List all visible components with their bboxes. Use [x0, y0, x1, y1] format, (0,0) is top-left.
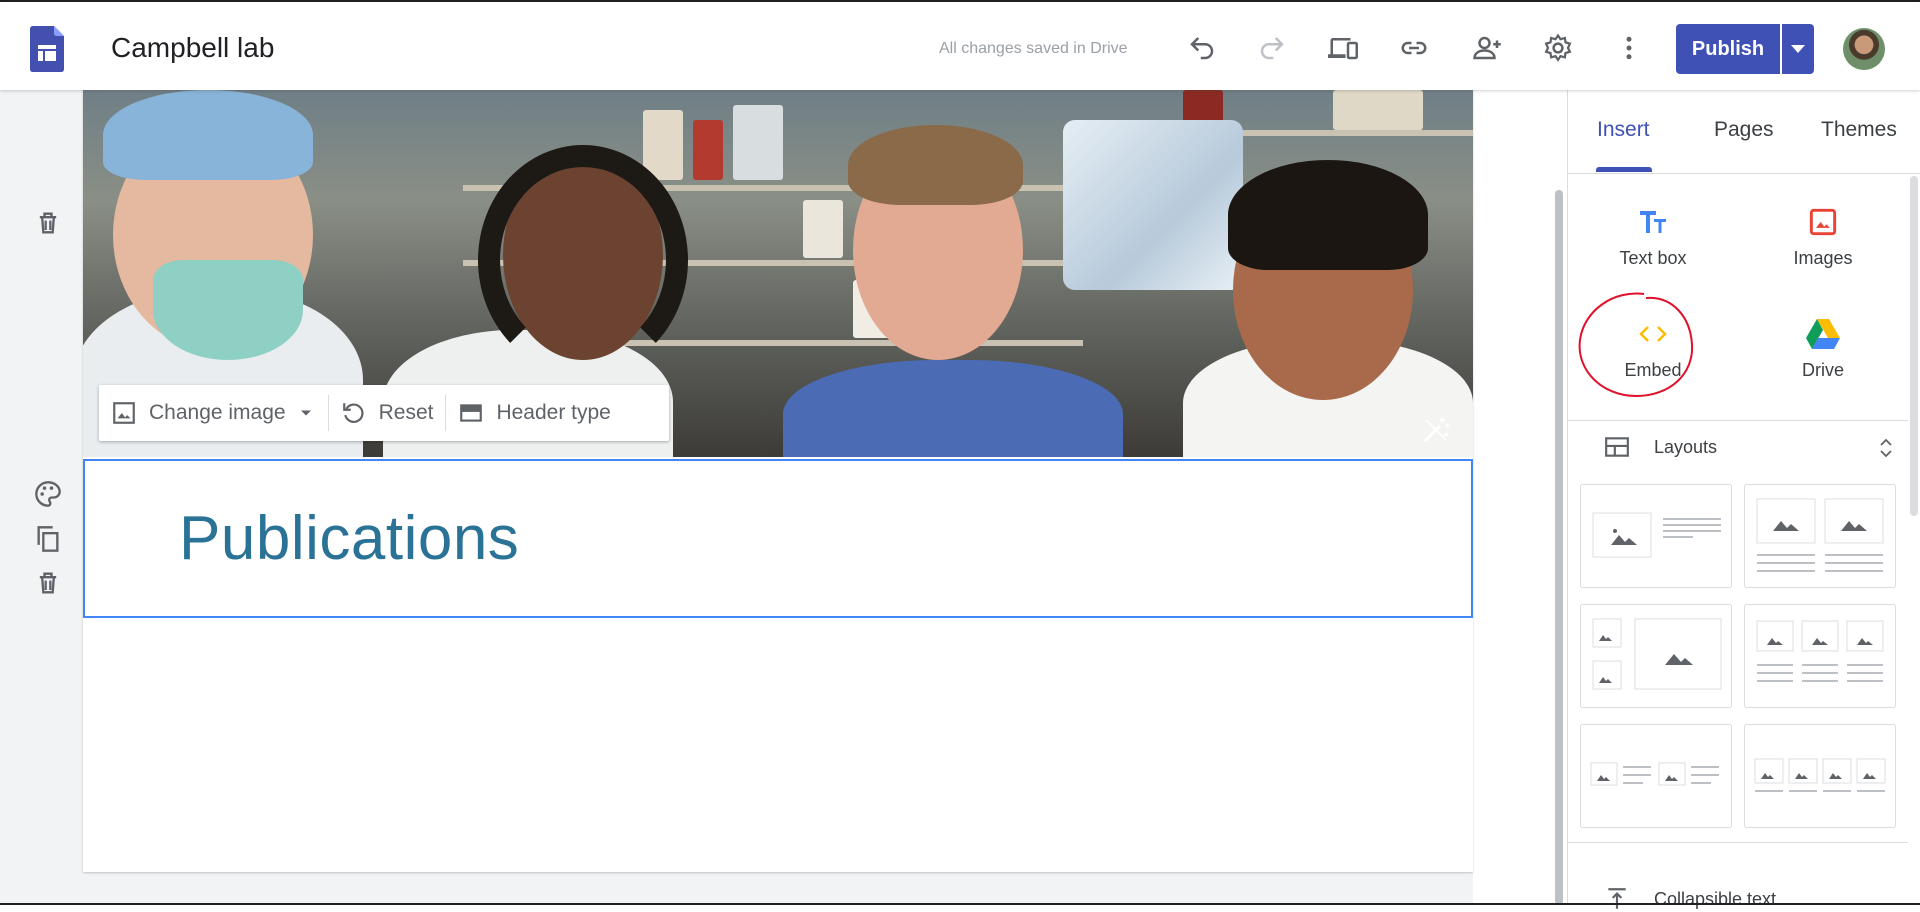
copy-link-button[interactable]	[1394, 28, 1434, 68]
arrow-drop-down-icon	[300, 410, 311, 416]
panel-tabs: Insert Pages Themes	[1568, 90, 1920, 174]
person-hair	[478, 145, 688, 375]
panel-divider	[1568, 420, 1908, 421]
redo-icon	[1260, 37, 1284, 60]
tab-insert[interactable]: Insert	[1597, 118, 1650, 142]
publish-control: Publish	[1676, 24, 1814, 74]
layouts-icon	[1605, 437, 1629, 457]
layouts-label: Layouts	[1654, 436, 1718, 457]
lab-bottle	[1333, 90, 1423, 130]
page-title[interactable]: Publications	[179, 503, 519, 574]
layout-thumbnail	[1754, 758, 1886, 792]
trash-icon	[39, 572, 57, 594]
app-bar: Campbell lab All changes saved in Drive …	[0, 2, 1920, 90]
image-icon	[1809, 208, 1837, 236]
collapsible-text-icon	[1608, 888, 1626, 909]
active-tab-indicator	[1596, 167, 1652, 172]
section-background-button[interactable]	[33, 479, 63, 509]
google-sites-logo-icon[interactable]	[30, 26, 64, 72]
save-status: All changes saved in Drive	[939, 40, 1128, 57]
trash-icon	[39, 212, 57, 234]
page-scrollbar[interactable]	[1555, 190, 1563, 905]
auto-adjust-wand-icon[interactable]	[1421, 415, 1451, 445]
tab-pages[interactable]: Pages	[1714, 118, 1774, 142]
layout-option[interactable]	[1744, 484, 1896, 588]
layout-option[interactable]	[1580, 724, 1732, 828]
surgical-mask	[153, 260, 303, 360]
insert-panel: Insert Pages Themes Text box Images Embe…	[1567, 90, 1920, 909]
preview-button[interactable]	[1323, 28, 1363, 68]
layout-option[interactable]	[1744, 724, 1896, 828]
arrow-drop-down-icon	[1791, 45, 1805, 53]
hand-drawn-annotation-circle	[1578, 292, 1694, 398]
image-icon	[113, 402, 135, 424]
lab-bottle	[733, 105, 783, 180]
header-type-label: Header type	[496, 401, 611, 424]
share-button[interactable]	[1467, 28, 1507, 68]
layout-thumbnail	[1756, 498, 1884, 572]
settings-button[interactable]	[1538, 28, 1578, 68]
undo-icon	[1190, 37, 1214, 60]
insert-drive[interactable]: Drive	[1758, 314, 1888, 404]
publish-button[interactable]: Publish	[1676, 24, 1780, 74]
preview-devices-icon	[1328, 38, 1358, 60]
drive-label: Drive	[1801, 360, 1844, 380]
more-vert-icon	[1626, 36, 1632, 60]
person-shirt	[783, 360, 1123, 457]
site-page: Change image Reset Header type Publicati…	[83, 90, 1473, 872]
undo-button[interactable]	[1182, 28, 1222, 68]
site-title[interactable]: Campbell lab	[111, 32, 274, 64]
layouts-header[interactable]: Layouts	[1604, 434, 1717, 460]
text-box-icon	[1640, 211, 1666, 233]
insert-text-box[interactable]: Text box	[1588, 202, 1718, 292]
panel-scrollbar[interactable]	[1910, 176, 1918, 516]
change-image-button[interactable]: Change image	[99, 385, 328, 441]
header-type-icon	[460, 404, 483, 422]
header-type-button[interactable]: Header type	[446, 385, 622, 441]
layout-thumbnail	[1756, 620, 1884, 682]
redo-button[interactable]	[1252, 28, 1292, 68]
google-drive-icon	[1806, 319, 1840, 349]
layout-option[interactable]	[1580, 604, 1732, 708]
duplicate-section-button[interactable]	[33, 524, 63, 554]
reset-icon	[342, 403, 364, 423]
title-section[interactable]: Publications	[83, 459, 1473, 618]
lab-bottle	[803, 200, 843, 258]
copy-icon	[37, 526, 59, 552]
images-label: Images	[1793, 248, 1853, 268]
layout-thumbnail	[1592, 512, 1721, 558]
header-image[interactable]: Change image Reset Header type	[83, 90, 1473, 457]
header-image-toolbar: Change image Reset Header type	[99, 385, 669, 441]
settings-icon	[1544, 33, 1572, 62]
reset-label: Reset	[378, 401, 434, 424]
more-options-button[interactable]	[1609, 28, 1649, 68]
palette-icon	[35, 481, 61, 507]
person-hair	[1228, 160, 1428, 270]
change-image-label: Change image	[149, 401, 286, 424]
reset-image-button[interactable]: Reset	[329, 385, 446, 441]
collapsible-text-label: Collapsible text	[1654, 888, 1777, 909]
insert-collapsible-text[interactable]: Collapsible text	[1604, 886, 1776, 912]
person-hair	[848, 125, 1023, 205]
section-tools-gutter	[0, 90, 83, 905]
surgical-cap	[103, 90, 313, 180]
lab-bottle	[693, 120, 723, 180]
insert-images[interactable]: Images	[1758, 202, 1888, 292]
share-icon	[1473, 36, 1501, 60]
layout-thumbnail	[1590, 762, 1719, 786]
publish-options-button[interactable]	[1782, 24, 1814, 74]
panel-divider	[1568, 842, 1908, 843]
tab-themes[interactable]: Themes	[1821, 118, 1897, 142]
text-box-label: Text box	[1619, 248, 1687, 268]
delete-section-button[interactable]	[33, 568, 63, 598]
lab-bottle	[643, 110, 683, 180]
sample-bag	[1063, 120, 1243, 290]
layout-option[interactable]	[1744, 604, 1896, 708]
layout-thumbnail	[1592, 618, 1722, 690]
layout-option[interactable]	[1580, 484, 1732, 588]
account-avatar[interactable]	[1843, 28, 1885, 70]
link-icon	[1401, 41, 1427, 55]
collapse-chevron-icon[interactable]	[1876, 436, 1896, 460]
delete-header-button[interactable]	[33, 208, 63, 238]
